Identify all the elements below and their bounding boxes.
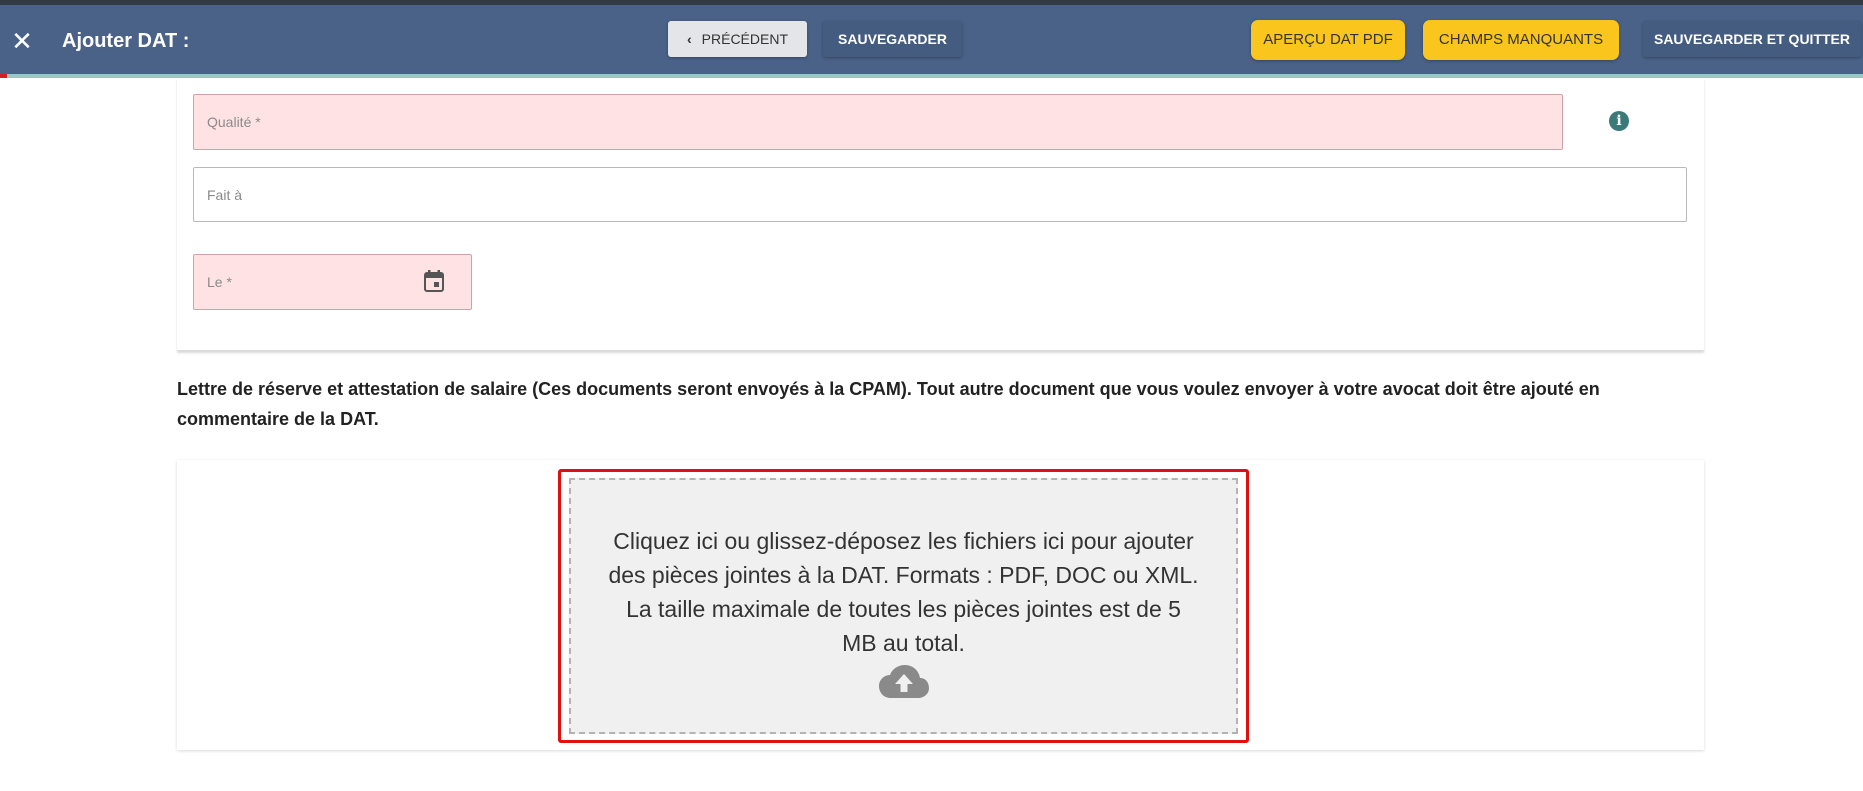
date-label: Le * bbox=[207, 274, 232, 290]
dropzone-line-2: des pièces jointes à la DAT. Formats : P… bbox=[608, 562, 1199, 588]
calendar-icon[interactable] bbox=[424, 270, 444, 292]
save-label: SAUVEGARDER bbox=[838, 31, 947, 47]
toolbar-red-marker bbox=[0, 74, 7, 78]
fait-a-field[interactable]: Fait à bbox=[193, 167, 1687, 222]
date-field[interactable]: Le * bbox=[193, 254, 472, 310]
file-dropzone[interactable]: Cliquez ici ou glissez-déposez les fichi… bbox=[569, 478, 1238, 734]
dropzone-highlight: Cliquez ici ou glissez-déposez les fichi… bbox=[558, 469, 1249, 743]
missing-fields-button[interactable]: CHAMPS MANQUANTS bbox=[1423, 20, 1619, 60]
dropzone-text: Cliquez ici ou glissez-déposez les fichi… bbox=[591, 524, 1216, 660]
close-icon[interactable]: ✕ bbox=[10, 28, 34, 54]
top-toolbar: ✕ Ajouter DAT : ‹ PRÉCÉDENT SAUVEGARDER A… bbox=[0, 5, 1863, 74]
info-icon[interactable]: i bbox=[1609, 111, 1629, 131]
save-button[interactable]: SAUVEGARDER bbox=[823, 21, 962, 57]
cloud-upload-icon bbox=[878, 665, 929, 698]
previous-button[interactable]: ‹ PRÉCÉDENT bbox=[668, 21, 807, 57]
previous-label: PRÉCÉDENT bbox=[701, 31, 789, 47]
page-title: Ajouter DAT : bbox=[62, 30, 190, 52]
save-and-quit-label: SAUVEGARDER ET QUITTER bbox=[1653, 31, 1850, 47]
missing-fields-label: CHAMPS MANQUANTS bbox=[1438, 31, 1604, 48]
dropzone-line-3: La taille maximale de toutes les pièces … bbox=[626, 596, 1181, 622]
preview-pdf-button[interactable]: APERÇU DAT PDF bbox=[1251, 20, 1405, 60]
attachments-heading: Lettre de réserve et attestation de sala… bbox=[177, 379, 1600, 429]
save-and-quit-button[interactable]: SAUVEGARDER ET QUITTER bbox=[1643, 21, 1861, 57]
qualite-label: Qualité * bbox=[207, 114, 261, 130]
dropzone-line-1: Cliquez ici ou glissez-déposez les fichi… bbox=[613, 528, 1194, 554]
preview-pdf-label: APERÇU DAT PDF bbox=[1263, 31, 1393, 48]
fait-a-label: Fait à bbox=[207, 186, 243, 203]
chevron-left-icon: ‹ bbox=[686, 31, 692, 47]
dropzone-line-4: MB au total. bbox=[842, 630, 965, 656]
qualite-field[interactable]: Qualité * bbox=[193, 94, 1563, 150]
